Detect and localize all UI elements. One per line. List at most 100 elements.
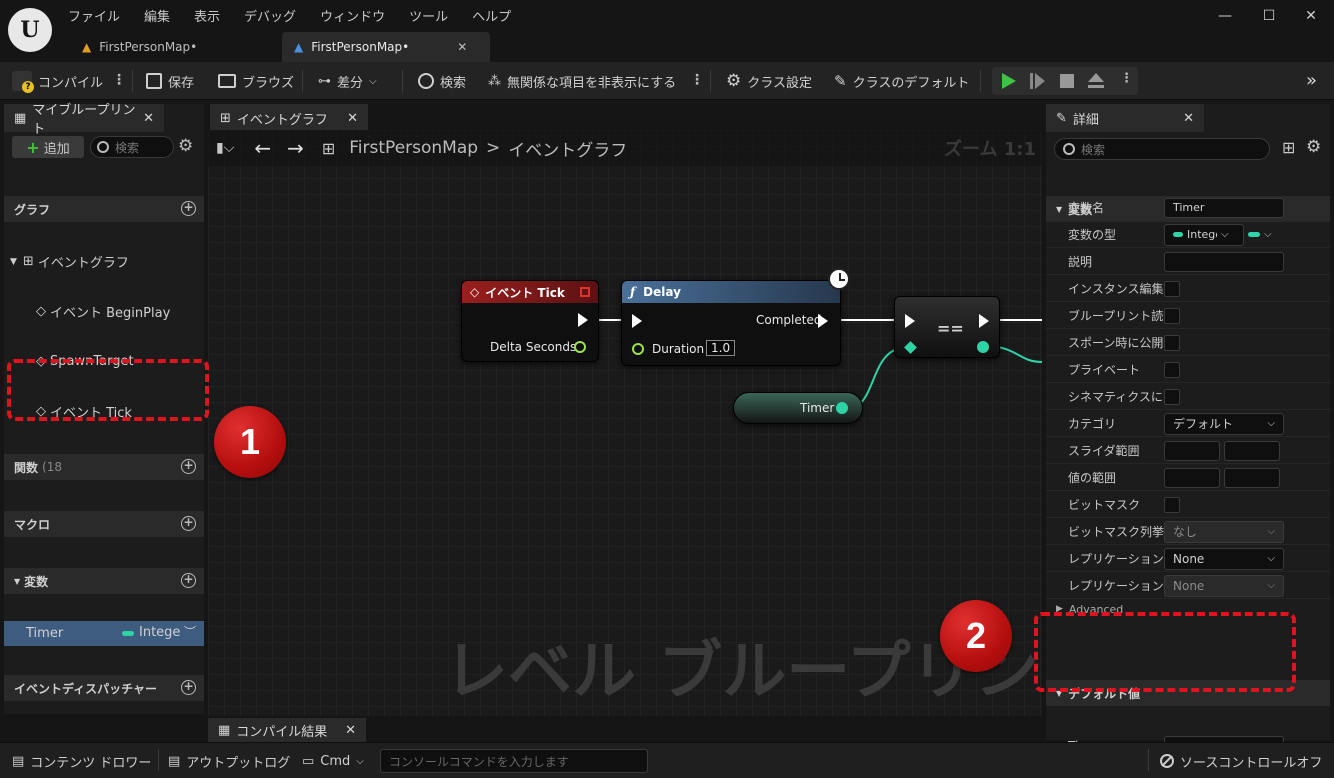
- slider-max-input[interactable]: [1224, 440, 1280, 461]
- delegate-pin-icon[interactable]: [580, 287, 590, 297]
- blueprint-search-input[interactable]: 検索: [90, 136, 174, 158]
- console-command-input[interactable]: コンソールコマンドを入力します: [380, 749, 648, 773]
- eye-icon[interactable]: ︶: [184, 623, 196, 640]
- var-type-dropdown[interactable]: Integer ⌵: [1164, 223, 1244, 246]
- variable-item-timer[interactable]: Timer Intege ︶: [4, 621, 204, 646]
- doc-tab-blueprint[interactable]: ▲ FirstPersonMap• ✕: [282, 32, 490, 62]
- play-options-icon[interactable]: ⋮: [1120, 71, 1133, 86]
- add-function-icon[interactable]: +: [181, 459, 196, 474]
- event-graph-tab[interactable]: ⊞ イベントグラフ ✕: [210, 104, 368, 132]
- duration-pin[interactable]: [632, 343, 644, 355]
- value-max-input[interactable]: [1224, 467, 1280, 488]
- class-settings-button[interactable]: ⚙ クラス設定: [726, 62, 812, 100]
- compile-results-tab[interactable]: ▦ コンパイル結果 ✕: [208, 718, 366, 742]
- graph-canvas[interactable]: レベル ブループリント ◇ イベント Tick Delta Seconds ƒ …: [208, 130, 1042, 716]
- completed-exec-pin[interactable]: [818, 314, 828, 328]
- breadcrumb-root[interactable]: FirstPersonMap: [349, 138, 478, 158]
- add-variable-icon[interactable]: +: [181, 573, 196, 588]
- int-out-pin[interactable]: [977, 341, 989, 353]
- event-tick-node[interactable]: ◇ イベント Tick Delta Seconds: [461, 280, 599, 362]
- my-blueprint-tab[interactable]: ▦ マイブループリント ✕: [4, 103, 164, 137]
- slider-min-input[interactable]: [1164, 440, 1220, 461]
- expose-on-spawn-checkbox[interactable]: [1164, 334, 1180, 351]
- save-button[interactable]: 保存: [146, 62, 194, 100]
- browse-button[interactable]: ブラウズ: [218, 62, 294, 100]
- details-tab[interactable]: ✎ 詳細 ✕: [1046, 104, 1204, 132]
- settings-gear-icon[interactable]: ⚙: [1306, 137, 1321, 157]
- menu-help[interactable]: ヘルプ: [472, 6, 511, 25]
- dispatchers-section[interactable]: イベントディスパッチャー +: [4, 675, 204, 701]
- settings-gear-icon[interactable]: ⚙: [178, 136, 193, 156]
- minimize-button[interactable]: —: [1210, 8, 1240, 30]
- play-icon[interactable]: [1002, 73, 1016, 89]
- exec-in-pin[interactable]: [905, 314, 915, 328]
- add-dispatcher-icon[interactable]: +: [181, 680, 196, 695]
- bp-readonly-checkbox[interactable]: [1164, 307, 1180, 324]
- float-out-pin[interactable]: [574, 341, 586, 353]
- variables-section[interactable]: ▼ 変数 +: [4, 568, 204, 594]
- instance-editable-checkbox[interactable]: [1164, 280, 1180, 297]
- diff-dropdown[interactable]: ⊶ 差分 ⌵: [318, 62, 377, 100]
- close-tab-icon[interactable]: ✕: [347, 111, 358, 126]
- cmd-dropdown[interactable]: ▭ Cmd ⌵: [302, 743, 364, 778]
- output-log-button[interactable]: ▤ アウトプットログ: [168, 743, 290, 778]
- equal-node[interactable]: ==: [894, 296, 1000, 358]
- hide-unrelated-button[interactable]: ⁂ 無関係な項目を非表示にする: [488, 62, 676, 100]
- delay-node[interactable]: ƒ Delay Completed Duration 1.0: [621, 280, 841, 366]
- details-search-input[interactable]: 検索: [1054, 138, 1270, 160]
- var-name-input[interactable]: Timer: [1164, 197, 1284, 218]
- timer-getter-node[interactable]: Timer: [733, 392, 863, 424]
- close-tab-icon[interactable]: ✕: [143, 111, 154, 126]
- exec-out-pin[interactable]: [979, 314, 989, 328]
- add-macro-icon[interactable]: +: [181, 516, 196, 531]
- close-tab-icon[interactable]: ✕: [1183, 111, 1194, 126]
- menu-window[interactable]: ウィンドウ: [320, 6, 385, 25]
- close-tab-icon[interactable]: ✕: [345, 723, 356, 738]
- bookmark-icon[interactable]: ▮⌵: [216, 140, 234, 156]
- stop-icon[interactable]: [1060, 74, 1074, 88]
- add-button[interactable]: + 追加: [12, 136, 84, 158]
- close-window-button[interactable]: ✕: [1296, 8, 1326, 30]
- private-checkbox[interactable]: [1164, 361, 1180, 378]
- tree-item-event-graph[interactable]: ▼ ⊞ イベントグラフ: [10, 249, 200, 274]
- cinematics-checkbox[interactable]: [1164, 388, 1180, 405]
- expand-toolbar-icon[interactable]: »: [1306, 70, 1317, 91]
- container-type-dropdown[interactable]: ⌵: [1248, 229, 1272, 240]
- compile-button[interactable]: ? コンパイル: [12, 62, 103, 100]
- close-tab-icon[interactable]: ✕: [457, 40, 467, 54]
- menu-tools[interactable]: ツール: [409, 6, 448, 25]
- exec-in-pin[interactable]: [632, 314, 642, 328]
- maximize-button[interactable]: ☐: [1254, 8, 1284, 30]
- class-defaults-button[interactable]: ✎ クラスのデフォルト: [834, 62, 969, 100]
- compile-options-icon[interactable]: ⋮: [112, 72, 126, 88]
- eject-icon[interactable]: [1088, 73, 1104, 82]
- graphs-section[interactable]: グラフ +: [4, 196, 204, 222]
- tree-item-beginplay[interactable]: ◇ イベント BeginPlay: [36, 299, 196, 324]
- menu-edit[interactable]: 編集: [144, 6, 170, 25]
- source-control-button[interactable]: ソースコントロールオフ: [1160, 743, 1322, 778]
- menu-file[interactable]: ファイル: [68, 6, 120, 25]
- category-dropdown[interactable]: デフォルト ⌵: [1164, 412, 1284, 435]
- menu-debug[interactable]: デバッグ: [244, 6, 296, 25]
- int-in-pin-icon[interactable]: [904, 341, 917, 354]
- description-input[interactable]: [1164, 251, 1284, 272]
- step-icon[interactable]: [1030, 73, 1033, 89]
- macros-section[interactable]: マクロ +: [4, 511, 204, 537]
- exec-out-pin[interactable]: [578, 313, 588, 327]
- back-arrow-icon[interactable]: ←: [254, 136, 271, 160]
- menu-view[interactable]: 表示: [194, 6, 220, 25]
- timer-out-pin[interactable]: [836, 402, 848, 414]
- forward-arrow-icon[interactable]: →: [287, 136, 304, 160]
- functions-section[interactable]: 関数 (18 +: [4, 454, 204, 480]
- unreal-logo[interactable]: U: [8, 8, 52, 52]
- grid-view-icon[interactable]: ⊞: [1282, 138, 1295, 157]
- add-graph-icon[interactable]: +: [181, 201, 196, 216]
- search-button[interactable]: 検索: [418, 62, 466, 100]
- bitmask-checkbox[interactable]: [1164, 496, 1180, 513]
- duration-input[interactable]: 1.0: [706, 340, 736, 356]
- content-drawer-button[interactable]: ▤ コンテンツ ドロワー: [12, 743, 151, 778]
- replication-dropdown[interactable]: None ⌵: [1164, 547, 1284, 570]
- search-options-icon[interactable]: ⋮: [690, 72, 704, 88]
- doc-tab-level[interactable]: ▲ FirstPersonMap•: [70, 32, 280, 62]
- value-min-input[interactable]: [1164, 467, 1220, 488]
